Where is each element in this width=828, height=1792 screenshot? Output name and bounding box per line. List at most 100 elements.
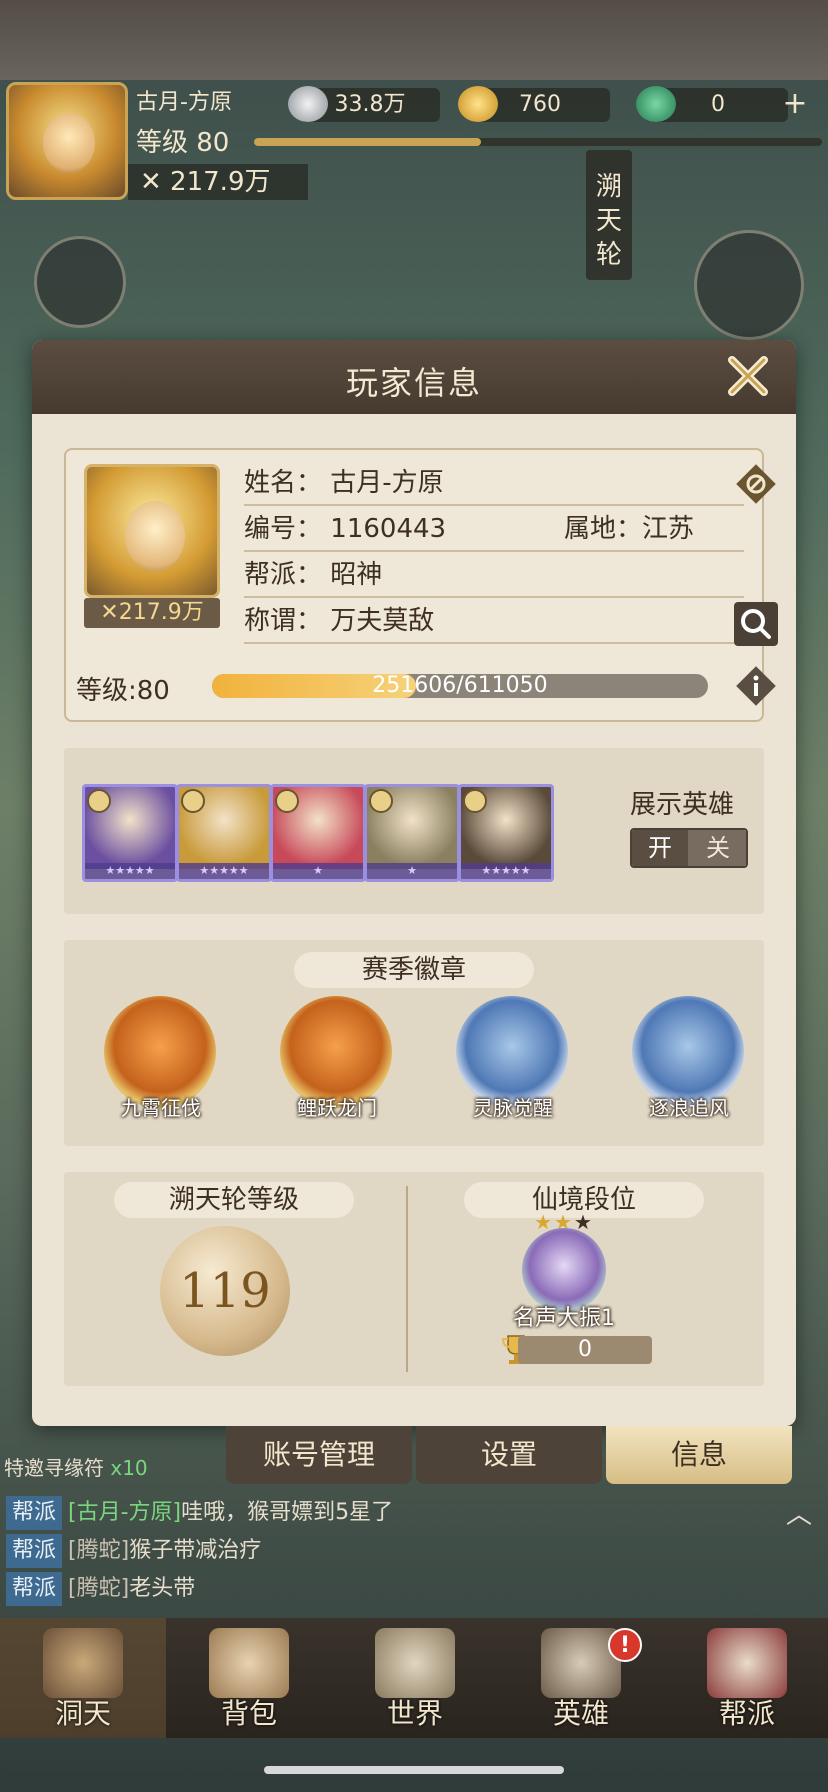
temple-button[interactable] xyxy=(34,236,126,328)
chat-sender[interactable]: [古月-方原] xyxy=(68,1500,181,1525)
location-value: 江苏 xyxy=(642,514,695,544)
showcase-heroes: ★★★★★ ★★★★★ ★ ★ ★★★★★ 展示英雄 开 关 xyxy=(64,748,764,914)
daily-reward-button[interactable] xyxy=(694,230,804,340)
add-currency-button[interactable]: + xyxy=(780,89,810,120)
season-badge[interactable]: 逐浪追风 xyxy=(614,996,754,1126)
id-value: 1160443 xyxy=(330,514,447,544)
rename-icon xyxy=(736,464,776,504)
jade-counter: 0 xyxy=(636,86,788,122)
close-button[interactable] xyxy=(722,350,774,402)
gold-value: 760 xyxy=(519,92,561,117)
modal-title: 玩家信息 xyxy=(345,364,482,402)
chat-sender[interactable]: [腾蛇] xyxy=(68,1576,129,1601)
id-key: 编号： xyxy=(244,514,323,544)
chevron-up-icon[interactable]: ︿ xyxy=(786,1494,816,1530)
show-heroes-label: 展示英雄 xyxy=(630,790,735,820)
guild-value: 昭神 xyxy=(330,560,383,590)
level-info-button[interactable] xyxy=(736,666,776,706)
nav-bag[interactable]: 背包 xyxy=(166,1618,332,1738)
guild-key: 帮派： xyxy=(244,560,323,590)
badge-name: 逐浪追风 xyxy=(649,1096,729,1120)
invite-item[interactable]: 特邀寻缘符 x10 xyxy=(4,1452,148,1481)
profile-card: ✕217.9万 姓名： 古月-方原 编号： 1160443 属地：江苏 帮派： … xyxy=(64,448,778,722)
info-icon xyxy=(736,666,776,706)
silver-value: 33.8万 xyxy=(334,92,406,117)
invite-text: 特邀寻缘符 xyxy=(4,1456,104,1480)
section-divider xyxy=(406,1186,408,1372)
tab-info[interactable]: 信息 xyxy=(606,1426,792,1484)
pavilion-icon xyxy=(43,1628,123,1698)
hero-slot[interactable]: ★ xyxy=(270,784,366,882)
hero-slot[interactable]: ★★★★★ xyxy=(82,784,178,882)
tab-settings[interactable]: 设置 xyxy=(416,1426,602,1484)
bottom-nav: 洞天 背包 世界 英雄 帮派 xyxy=(0,1618,828,1738)
season-badges: 赛季徽章 九霄征伐 鲤跃龙门 灵脉觉醒 逐浪追风 xyxy=(64,940,764,1146)
name-row: 姓名： 古月-方原 xyxy=(244,460,744,506)
chat-message: 哇哦，猴哥嫖到5星了 xyxy=(181,1500,394,1525)
chat-message: 猴子带减治疗 xyxy=(129,1538,262,1563)
hero-stars: ★ xyxy=(367,863,457,879)
player-avatar[interactable] xyxy=(6,82,128,200)
hero-slot[interactable]: ★ xyxy=(364,784,460,882)
chat-message: 老头带 xyxy=(129,1576,196,1601)
home-indicator xyxy=(264,1766,564,1774)
location-key: 属地： xyxy=(564,514,643,544)
hero-slot[interactable]: ★★★★★ xyxy=(458,784,554,882)
nav-label: 英雄 xyxy=(552,1697,609,1730)
chat-tag: 帮派 xyxy=(6,1572,63,1606)
name-value: 古月-方原 xyxy=(330,468,444,498)
rename-button[interactable] xyxy=(736,464,776,504)
hud-bar: 古月-方原 等级 80 ✕ 217.9万 33.8万 760 0 + xyxy=(0,78,828,208)
guild-row: 帮派： 昭神 xyxy=(244,552,744,598)
season-badge[interactable]: 九霄征伐 xyxy=(86,996,226,1126)
hero-stars: ★ xyxy=(273,863,363,879)
hero-stars: ★★★★★ xyxy=(179,863,269,879)
player-portrait[interactable] xyxy=(84,464,220,598)
alert-badge: ! xyxy=(608,1628,642,1662)
name-key: 姓名： xyxy=(244,468,323,498)
realm-name: 名声大振1 xyxy=(513,1306,615,1331)
guild-banner-icon xyxy=(707,1628,787,1698)
nav-home[interactable]: 洞天 xyxy=(0,1618,166,1738)
chat-row: 帮派 [腾蛇]猴子带减治疗 xyxy=(6,1534,261,1568)
title-search-button[interactable] xyxy=(734,602,778,646)
season-badge[interactable]: 鲤跃龙门 xyxy=(262,996,402,1126)
show-heroes-toggle[interactable]: 开 关 xyxy=(630,828,748,868)
search-icon xyxy=(741,609,771,639)
portrait-face xyxy=(125,501,185,571)
nav-label: 背包 xyxy=(220,1697,277,1730)
nav-label: 洞天 xyxy=(54,1697,111,1730)
silver-counter: 33.8万 xyxy=(288,86,440,122)
title-key: 称谓： xyxy=(244,606,323,636)
hero-stars: ★★★★★ xyxy=(461,863,551,879)
nav-world[interactable]: 世界 xyxy=(332,1618,498,1738)
tab-account[interactable]: 账号管理 xyxy=(226,1426,412,1484)
season-badge[interactable]: 灵脉觉醒 xyxy=(438,996,578,1126)
xp-bar: 251606/611050 xyxy=(212,674,708,698)
season-badges-title: 赛季徽章 xyxy=(294,952,534,988)
jade-dragon-icon xyxy=(636,86,676,122)
chat-tag: 帮派 xyxy=(6,1534,63,1568)
player-info-modal: 玩家信息 ✕217.9万 姓名： 古月-方原 编号： 1160443 属地：江苏… xyxy=(32,340,796,1426)
nav-label: 世界 xyxy=(386,1697,443,1730)
toggle-on[interactable]: 开 xyxy=(632,830,688,866)
scene-top xyxy=(0,0,828,80)
hero-slot[interactable]: ★★★★★ xyxy=(176,784,272,882)
realm-score: 0 xyxy=(518,1336,652,1364)
faction-icon xyxy=(181,789,205,813)
wheel-level-value[interactable]: 119 xyxy=(160,1226,290,1356)
jade-value: 0 xyxy=(711,92,725,117)
nav-label: 帮派 xyxy=(718,1697,775,1730)
silver-ingot-icon xyxy=(288,86,328,122)
nav-guild[interactable]: 帮派 xyxy=(664,1618,828,1738)
avatar-face xyxy=(43,113,95,173)
toggle-off[interactable]: 关 xyxy=(688,830,746,866)
faction-icon xyxy=(369,789,393,813)
portrait-power: ✕217.9万 xyxy=(84,598,220,628)
invite-mult: x10 xyxy=(110,1456,148,1480)
title-value: 万夫莫敌 xyxy=(330,606,435,636)
faction-icon xyxy=(463,789,487,813)
chat-sender[interactable]: [腾蛇] xyxy=(68,1538,129,1563)
title-row: 称谓： 万夫莫敌 xyxy=(244,598,744,644)
rank-section: 溯天轮等级 119 仙境段位 ★★★ 名声大振1 0 xyxy=(64,1172,764,1386)
